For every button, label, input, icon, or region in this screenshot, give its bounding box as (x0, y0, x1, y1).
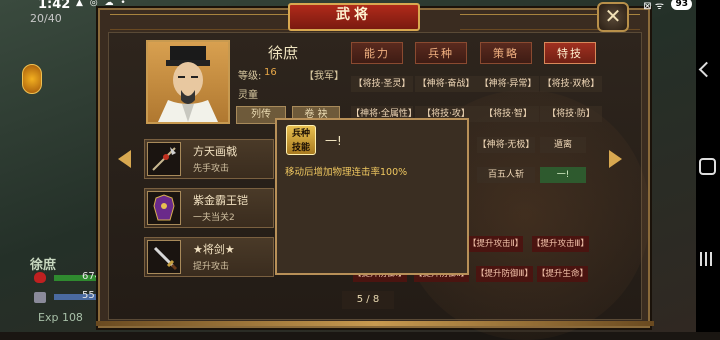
skill-cell[interactable]: 遁离 (540, 137, 586, 153)
heart-icon (34, 272, 46, 283)
tab-troop[interactable]: 兵种 (415, 42, 467, 64)
badge-line-1: 兵种 (291, 129, 310, 139)
skill-cell[interactable]: 【提升防御Ⅲ】 (476, 266, 533, 282)
tab-strategy[interactable]: 策略 (480, 42, 532, 64)
skill-cell[interactable]: 【神将·异常】 (477, 76, 539, 92)
halberd-icon (147, 142, 181, 176)
skill-cell[interactable]: 【将技·防】 (540, 106, 602, 122)
bottom-border (96, 321, 654, 326)
tooltip-description: 移动后增加物理连击率100% (285, 167, 408, 178)
skill-cell[interactable]: 【将技·圣灵】 (351, 76, 413, 92)
portrait-image (158, 46, 218, 122)
hero-portrait (146, 40, 230, 124)
home-icon[interactable] (699, 158, 716, 175)
status-bar: 1:42 ▲ ◎ ☁ • ⊠ ᯤ 93 (0, 0, 720, 12)
skill-cell[interactable]: 【提升攻击Ⅲ】 (532, 236, 589, 252)
level-value: 16 (264, 67, 277, 78)
sword-icon (147, 240, 181, 274)
faction-label: 【我军】 (304, 71, 344, 82)
hero-name: 徐庶 (268, 44, 299, 62)
skill-cell[interactable]: 【将技·双枪】 (540, 76, 602, 92)
badge-line-2: 技能 (291, 143, 310, 153)
skill-cell[interactable]: 【提升攻击Ⅱ】 (468, 236, 524, 252)
armor-icon (147, 191, 181, 225)
tab-special-skill[interactable]: 特技 (544, 42, 596, 64)
skill-cell[interactable]: 百五人斩 (477, 167, 535, 183)
item-name: 紫金霸王铠 (193, 194, 248, 207)
item-name: ★将剑★ (193, 243, 235, 256)
system-nav-bar (696, 0, 720, 332)
exp-text: Exp 108 (38, 311, 83, 324)
troop-skill-badge-icon: 兵种 技能 (286, 125, 316, 155)
tab-ability[interactable]: 能力 (351, 42, 403, 64)
item-weapon[interactable]: 方天画戟 先手攻击 (144, 139, 274, 179)
spirit-label: 灵童 (238, 90, 258, 101)
item-name: 方天画戟 (193, 145, 237, 158)
skill-cell[interactable]: 【神将·奋战】 (415, 76, 477, 92)
back-icon[interactable] (698, 61, 715, 78)
unit-counter: 20/40 (30, 12, 62, 25)
skill-cell[interactable]: 【提升生命】 (537, 266, 589, 282)
signal-icons: ⊠ ᯤ (643, 1, 664, 12)
item-accessory[interactable]: ★将剑★ 提升攻击 (144, 237, 274, 277)
orb-icon[interactable] (22, 64, 42, 94)
mp-icon (34, 292, 46, 303)
skill-cell-selected[interactable]: 一! (540, 167, 586, 183)
battery-icon: 93 (671, 0, 692, 10)
skill-cell[interactable]: 【将技·智】 (477, 106, 539, 122)
tooltip-title: 一! (325, 134, 342, 148)
mp-value: 55 (82, 290, 95, 301)
skill-cell[interactable]: 【神将·无极】 (477, 137, 535, 153)
skill-tooltip: 兵种 技能 一! 移动后增加物理连击率100% (275, 118, 469, 275)
page-indicator: 5 / 8 (342, 291, 394, 309)
status-icons: ▲ ◎ ☁ • (76, 0, 128, 8)
status-time: 1:42 (38, 0, 71, 12)
item-armor[interactable]: 紫金霸王铠 一夫当关2 (144, 188, 274, 228)
level-label: 等级: (238, 71, 262, 82)
next-arrow-icon[interactable] (609, 150, 622, 168)
title-ornament-left (110, 14, 290, 30)
item-desc: 提升攻击 (193, 262, 230, 272)
item-desc: 一夫当关2 (193, 213, 235, 223)
recents-icon[interactable] (700, 252, 712, 266)
prev-arrow-icon[interactable] (118, 150, 131, 168)
item-desc: 先手攻击 (193, 164, 230, 174)
unit-name: 徐庶 (30, 258, 57, 273)
